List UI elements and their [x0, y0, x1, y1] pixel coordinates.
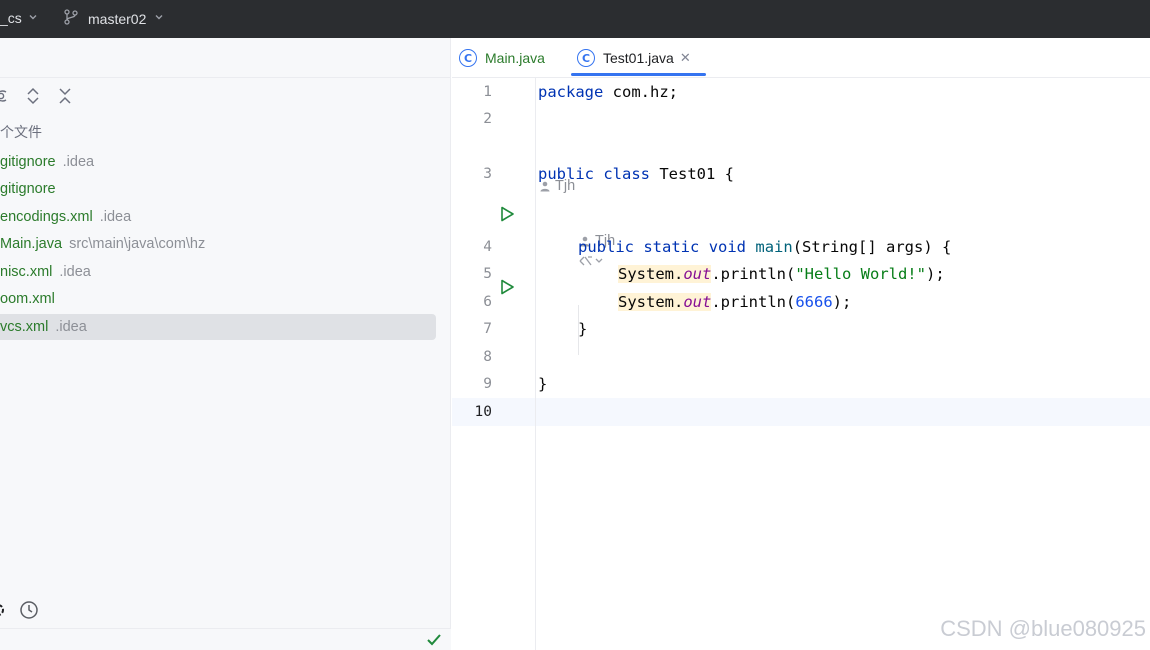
- keyword: public: [578, 238, 634, 256]
- settings-icon[interactable]: [0, 600, 8, 624]
- keyword: public: [538, 165, 594, 183]
- code-text: .println(: [711, 293, 796, 311]
- git-branch-icon: [62, 8, 80, 29]
- editor-tab-bar: C Main.java C Test01.java ✕: [452, 38, 1150, 78]
- method-name: main: [755, 238, 793, 256]
- number-literal: 6666: [795, 293, 833, 311]
- keyword: static: [643, 238, 700, 256]
- file-location: .idea: [99, 208, 132, 225]
- field: out: [683, 265, 712, 283]
- code-line-9: }: [538, 375, 548, 393]
- file-row[interactable]: nisc.xml .idea: [0, 258, 451, 286]
- code-text: System.: [618, 265, 684, 283]
- code-insight-hint[interactable]: [578, 254, 604, 268]
- file-name: Main.java: [0, 236, 63, 253]
- collapse-all-icon[interactable]: [55, 84, 75, 108]
- project-name: _cs: [0, 10, 22, 26]
- code-text: Test01 {: [650, 165, 735, 183]
- file-name: gitignore: [0, 181, 56, 198]
- tab-main-java[interactable]: C Main.java: [459, 38, 545, 78]
- file-name: oom.xml: [0, 291, 55, 308]
- changes-panel: 个文件 gitignore .idea gitignore encodings.…: [0, 38, 451, 650]
- file-row[interactable]: encodings.xml .idea: [0, 203, 451, 231]
- code-line-1: package com.hz;: [538, 83, 678, 101]
- code-line-7: }: [578, 320, 588, 338]
- chevron-down-icon: [154, 12, 164, 25]
- code-line-4: public static void main(String[] args) {: [578, 238, 951, 256]
- file-row-selected[interactable]: vcs.xml .idea: [0, 313, 451, 341]
- code-line-3: public class Test01 {: [538, 165, 734, 183]
- file-name: encodings.xml: [0, 208, 93, 225]
- title-bar: _cs master02: [0, 0, 1150, 38]
- tab-label: Main.java: [485, 50, 545, 66]
- code-text: .println(: [711, 265, 796, 283]
- code-insight-icon: [579, 256, 603, 266]
- field: out: [683, 293, 712, 311]
- changed-files-caption: 个文件: [0, 124, 42, 140]
- changed-files-list: gitignore .idea gitignore encodings.xml …: [0, 148, 451, 341]
- eye-icon[interactable]: [0, 84, 14, 108]
- java-class-icon: C: [459, 49, 477, 67]
- file-location: .idea: [55, 318, 87, 335]
- file-location: src\main\java\com\hz: [69, 236, 206, 253]
- close-icon[interactable]: ✕: [680, 50, 691, 66]
- file-row[interactable]: oom.xml: [0, 286, 451, 314]
- chevron-down-icon: [28, 12, 38, 25]
- line-number: 1: [483, 84, 492, 100]
- keyword: package: [538, 83, 604, 101]
- project-selector[interactable]: _cs: [0, 10, 38, 26]
- panel-header: [0, 38, 451, 78]
- java-class-icon: C: [577, 49, 595, 67]
- line-number: 8: [483, 349, 492, 365]
- line-number: 5: [483, 266, 492, 282]
- expand-all-icon[interactable]: [23, 84, 43, 108]
- file-row[interactable]: gitignore: [0, 176, 451, 204]
- tab-label: Test01.java: [603, 50, 674, 66]
- run-main-icon[interactable]: [498, 278, 516, 296]
- file-name: nisc.xml: [0, 263, 53, 280]
- file-location: .idea: [62, 153, 95, 170]
- gutter-divider: [535, 78, 536, 650]
- keyword: void: [708, 238, 747, 256]
- history-icon[interactable]: [19, 600, 39, 624]
- file-row[interactable]: Main.java src\main\java\com\hz: [0, 231, 451, 259]
- file-location: .idea: [59, 263, 91, 280]
- code-line-5: System.out.println("Hello World!");: [618, 265, 945, 283]
- code-editor: C Main.java C Test01.java ✕ 1 2 3 4 5 6 …: [452, 38, 1150, 650]
- code-text: );: [925, 265, 945, 283]
- checkmark-icon: [426, 631, 442, 650]
- active-tab-indicator: [571, 73, 706, 76]
- string-literal: "Hello World!": [795, 265, 926, 283]
- watermark: CSDN @blue080925: [940, 616, 1146, 641]
- panel-status-bar: [0, 628, 451, 650]
- code-text: com.hz;: [603, 83, 678, 101]
- code-text: System.: [618, 293, 684, 311]
- file-name: vcs.xml: [0, 318, 49, 335]
- line-number-current: 10: [474, 404, 492, 420]
- line-number: 6: [483, 294, 492, 310]
- current-line-highlight: [452, 398, 1150, 426]
- line-number: 7: [483, 321, 492, 337]
- tab-test01-java[interactable]: C Test01.java ✕: [577, 38, 691, 78]
- line-number: 2: [483, 111, 492, 127]
- branch-name: master02: [88, 10, 147, 27]
- line-number: 4: [483, 239, 492, 255]
- file-name: gitignore: [0, 153, 56, 170]
- keyword: class: [603, 165, 651, 183]
- run-class-icon[interactable]: [498, 205, 516, 223]
- code-text: );: [832, 293, 852, 311]
- file-row[interactable]: gitignore .idea: [0, 148, 451, 176]
- ide-window: _cs master02 个文件 gitignore .idea gitigno…: [0, 0, 1150, 650]
- line-number: 3: [483, 166, 492, 182]
- branch-selector[interactable]: master02: [62, 8, 164, 29]
- line-number: 9: [483, 376, 492, 392]
- code-line-6: System.out.println(6666);: [618, 293, 851, 311]
- code-text: (String[] args) {: [792, 238, 952, 256]
